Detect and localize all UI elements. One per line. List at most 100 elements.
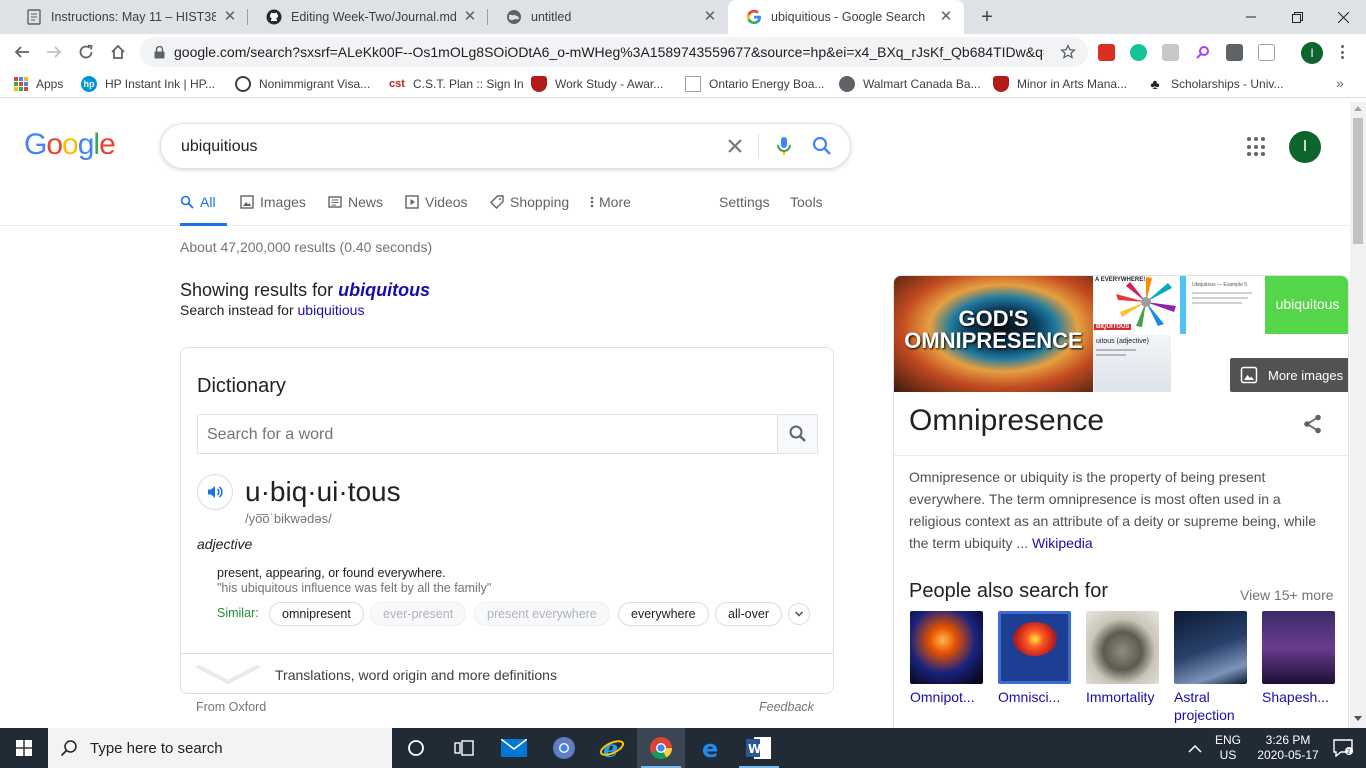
similar-word-chip[interactable]: omnipresent	[269, 602, 364, 626]
corrected-query-link[interactable]: ubiquitous	[338, 280, 430, 300]
bookmark-apps[interactable]: Apps	[14, 74, 63, 94]
related-entity[interactable]: Astral projection	[1174, 611, 1248, 724]
ubiquitous-definition-image[interactable]: uitous (adjective)	[1094, 335, 1171, 392]
bookmark-item[interactable]: Work Study - Awar...	[531, 74, 663, 94]
browser-tab[interactable]: Instructions: May 11 – HIST3814c ✕	[8, 0, 248, 34]
taskbar-search-box[interactable]: Type here to search	[48, 728, 392, 768]
internet-explorer-app[interactable]: e	[588, 728, 636, 768]
address-bar[interactable]: google.com/search?sxsrf=ALeKk00F--Os1mOL…	[140, 37, 1088, 67]
clock[interactable]: 3:26 PM 2020-05-17	[1251, 733, 1325, 763]
feedback-link[interactable]: Feedback	[759, 700, 814, 714]
restore-button[interactable]	[1274, 0, 1320, 34]
bookmark-item[interactable]: Ontario Energy Boa...	[685, 74, 824, 94]
tab-tools[interactable]: Tools	[790, 194, 823, 226]
bookmark-item[interactable]: hp HP Instant Ink | HP...	[81, 74, 215, 94]
cortana-button[interactable]	[392, 728, 440, 768]
related-entity[interactable]: Omnipot...	[910, 611, 984, 706]
similar-word-chip[interactable]: present everywhere	[474, 602, 610, 626]
chrome-app[interactable]	[540, 728, 588, 768]
close-tab-icon[interactable]: ✕	[938, 9, 954, 25]
mail-app[interactable]	[490, 728, 538, 768]
menu-icon[interactable]	[1336, 43, 1348, 61]
related-entity[interactable]: Shapesh...	[1262, 611, 1336, 706]
search-extension-icon[interactable]	[1194, 44, 1211, 61]
ubiquitous-image[interactable]: A EVERYWHERE! BIQUITOUS	[1094, 276, 1179, 334]
clear-search-icon[interactable]	[724, 135, 746, 157]
grammarly-icon[interactable]	[1130, 44, 1147, 61]
close-tab-icon[interactable]: ✕	[222, 9, 238, 25]
wikipedia-link[interactable]: Wikipedia	[1032, 535, 1093, 551]
browser-tab-active[interactable]: ubiquitious - Google Search ✕	[728, 0, 964, 34]
search-icon[interactable]	[811, 135, 833, 157]
chrome-app-active[interactable]	[637, 728, 685, 768]
close-tab-icon[interactable]: ✕	[462, 9, 478, 25]
microphone-icon[interactable]	[773, 135, 795, 157]
ubiquitous-example-image[interactable]: Ubiquitous — Example 5	[1180, 276, 1264, 334]
bookmark-item[interactable]: ♣ Scholarships - Univ...	[1147, 74, 1283, 94]
view-more-link[interactable]: View 15+ more	[1240, 587, 1334, 603]
taskbar-search-input[interactable]: Type here to search	[90, 740, 223, 757]
original-query-link[interactable]: ubiquitious	[298, 302, 365, 318]
lock-icon[interactable]	[152, 45, 166, 59]
tab-news[interactable]: News	[328, 194, 383, 226]
minimize-button[interactable]	[1228, 0, 1274, 34]
google-apps-icon[interactable]	[1247, 137, 1267, 157]
browser-tab[interactable]: untitled ✕	[488, 0, 728, 34]
task-view-button[interactable]	[440, 728, 488, 768]
language-indicator[interactable]: ENG US	[1213, 733, 1243, 763]
search-input[interactable]: ubiquitious	[181, 138, 258, 156]
omnipresence-image[interactable]: GOD'S OMNIPRESENCE	[894, 276, 1093, 392]
close-tab-icon[interactable]: ✕	[702, 9, 718, 25]
profile-avatar[interactable]: I	[1301, 42, 1323, 64]
edge-app[interactable]: e	[687, 728, 735, 768]
browser-tab[interactable]: Editing Week-Two/Journal.md at ✕	[248, 0, 488, 34]
bookmark-star-icon[interactable]	[1060, 44, 1076, 60]
similar-word-chip[interactable]: all-over	[715, 602, 782, 626]
expand-similar-button[interactable]	[788, 603, 810, 625]
pronunciation-button[interactable]	[197, 474, 233, 510]
account-avatar[interactable]: I	[1289, 131, 1321, 163]
bookmark-item[interactable]: Nonimmigrant Visa...	[235, 74, 370, 94]
dictionary-search-field[interactable]: Search for a word	[197, 414, 818, 454]
tab-all[interactable]: All	[180, 194, 227, 226]
extension-icon[interactable]	[1226, 44, 1243, 61]
url-text[interactable]: google.com/search?sxsrf=ALeKk00F--Os1mOL…	[174, 44, 1044, 60]
bookmark-item[interactable]: Walmart Canada Ba...	[839, 74, 981, 94]
extension-icon[interactable]	[1098, 44, 1115, 61]
page-scrollbar[interactable]	[1350, 102, 1366, 728]
new-tab-button[interactable]: +	[976, 6, 998, 28]
related-entity[interactable]: Omnisci...	[998, 611, 1072, 706]
similar-word-chip[interactable]: everywhere	[618, 602, 709, 626]
similar-word-chip[interactable]: ever-present	[370, 602, 467, 626]
share-icon[interactable]	[1302, 413, 1324, 435]
scroll-up-arrow-icon[interactable]	[1354, 106, 1362, 111]
forward-button[interactable]	[42, 40, 66, 64]
bookmark-item[interactable]: Minor in Arts Mana...	[993, 74, 1127, 94]
bookmark-item[interactable]: cst C.S.T. Plan :: Sign In	[389, 74, 524, 94]
close-window-button[interactable]	[1320, 0, 1366, 34]
dictionary-search-input[interactable]: Search for a word	[207, 426, 333, 444]
extension-icon[interactable]	[1258, 44, 1275, 61]
ubiquitous-green-image[interactable]: ubiquitous	[1265, 276, 1348, 334]
scroll-down-arrow-icon[interactable]	[1354, 716, 1362, 721]
extension-icon[interactable]	[1162, 44, 1179, 61]
google-logo[interactable]: Google	[24, 128, 116, 162]
tab-videos[interactable]: Videos	[405, 194, 468, 226]
chevron-down-icon[interactable]	[195, 662, 261, 686]
bookmarks-overflow-icon[interactable]: »	[1336, 75, 1344, 91]
tab-images[interactable]: Images	[240, 194, 306, 226]
related-entity[interactable]: Immortality	[1086, 611, 1160, 706]
home-button[interactable]	[106, 40, 130, 64]
tab-settings[interactable]: Settings	[719, 194, 770, 226]
word-app[interactable]: W	[735, 728, 783, 768]
more-images-button[interactable]: More images	[1230, 358, 1348, 392]
scrollbar-thumb[interactable]	[1353, 118, 1363, 244]
start-button[interactable]	[0, 728, 48, 768]
tab-shopping[interactable]: Shopping	[490, 194, 569, 226]
chevron-up-icon[interactable]	[1188, 744, 1202, 754]
reload-button[interactable]	[74, 40, 98, 64]
tab-more[interactable]: More	[589, 194, 631, 226]
dictionary-search-button[interactable]	[777, 415, 817, 453]
back-button[interactable]	[10, 40, 34, 64]
more-definitions-link[interactable]: Translations, word origin and more defin…	[275, 667, 557, 683]
